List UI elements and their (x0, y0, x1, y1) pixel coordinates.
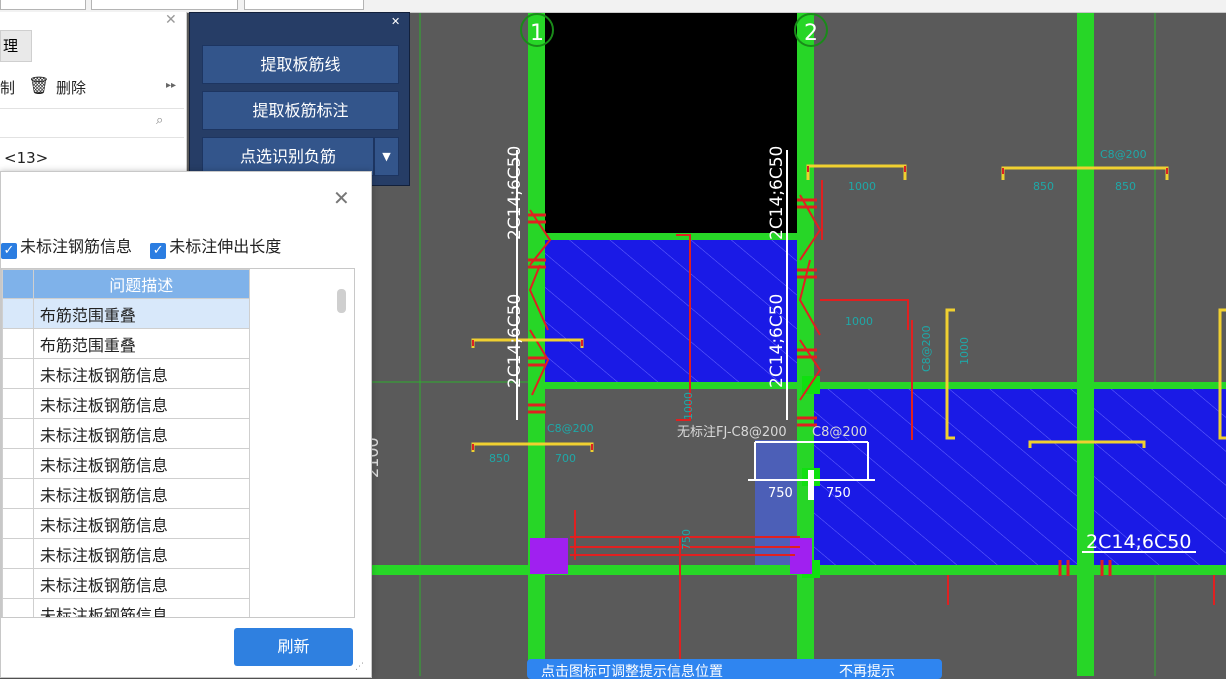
small-label: 1000 (958, 337, 971, 365)
toolbar-dropdown[interactable] (91, 0, 238, 10)
beam-label: 2C14;6C50 (505, 146, 525, 240)
beam-label: 2C14;6C50 (767, 294, 787, 388)
small-label: 850 (1033, 180, 1054, 193)
tab-manage[interactable]: 理 (0, 30, 32, 62)
issue-table: 问题描述 布筋范围重叠 布筋范围重叠 未标注板钢筋信息 未标注板钢筋信息 未标注… (1, 268, 355, 618)
toolbar-dropdown[interactable] (244, 0, 364, 10)
copy-button[interactable]: 制 (0, 77, 15, 98)
void-region (545, 12, 797, 235)
chevron-down-icon[interactable]: ▼ (374, 137, 399, 176)
checkbox-unannotated-extension[interactable]: ✓ (150, 243, 167, 259)
table-row[interactable]: 未标注板钢筋信息 (2, 478, 354, 509)
table-row[interactable]: 未标注板钢筋信息 (2, 538, 354, 569)
rebar-spec-text: C8@200 (812, 425, 867, 440)
missing-annotation: 无标注FJ-C8@200 (677, 425, 787, 440)
toolbar-dropdown[interactable] (0, 0, 86, 10)
small-label: 850 (1115, 180, 1136, 193)
more-icon[interactable]: ▸▸ (166, 80, 176, 91)
table-row[interactable]: 布筋范围重叠 (2, 298, 354, 329)
table-row[interactable]: 未标注板钢筋信息 (2, 508, 354, 539)
small-label: 1000 (682, 392, 695, 420)
small-label: 1000 (845, 315, 873, 328)
command-panel: ✕ 提取板筋线 提取板筋标注 点选识别负筋 ▼ (189, 12, 410, 186)
small-label: 700 (555, 452, 576, 465)
search-input[interactable]: ⌕ (0, 108, 184, 138)
dismiss-tip-link[interactable]: 不再提示 (839, 659, 895, 679)
property-panel: ✕ 理 制 🗑 删除 ▸▸ ⌕ <13> (0, 12, 187, 182)
axis-label-1: 1 (530, 21, 544, 46)
extract-slab-rebar-line-button[interactable]: 提取板筋线 (202, 45, 399, 84)
small-label: C8@200 (920, 325, 933, 372)
table-row[interactable]: 未标注板钢筋信息 (2, 448, 354, 479)
tip-banner: 点击图标可调整提示信息位置 不再提示 (527, 659, 942, 679)
beam-label: 2C14;6C50 (1086, 531, 1191, 553)
dim-750-right: 750 (826, 486, 851, 501)
dim-750-left: 750 (768, 486, 793, 501)
refresh-button[interactable]: 刷新 (234, 628, 353, 666)
scrollbar-thumb[interactable] (337, 289, 346, 313)
checkbox-unannotated-rebar[interactable]: ✓ (1, 243, 17, 259)
column-header[interactable]: 问题描述 (32, 269, 250, 299)
small-label: C8@200 (547, 422, 594, 435)
beam-label: 2C14;6C50 (505, 294, 525, 388)
axis-label-2: 2 (804, 21, 818, 46)
table-row[interactable]: 未标注板钢筋信息 (2, 598, 354, 617)
search-icon[interactable]: ⌕ (156, 113, 163, 128)
small-label: 1000 (848, 180, 876, 193)
beam-axis-1[interactable] (528, 12, 545, 676)
close-icon[interactable]: ✕ (391, 15, 400, 28)
small-label: 850 (489, 452, 510, 465)
table-row[interactable]: 未标注板钢筋信息 (2, 358, 354, 389)
checkbox-label: 未标注钢筋信息 (20, 237, 133, 256)
beam-right[interactable] (1077, 12, 1094, 676)
small-label: C8@200 (1100, 148, 1147, 161)
table-row[interactable]: 布筋范围重叠 (2, 328, 354, 359)
table-row[interactable]: 未标注板钢筋信息 (2, 388, 354, 419)
delete-button[interactable]: 删除 (56, 77, 86, 98)
trash-icon[interactable]: 🗑 (28, 76, 50, 96)
extract-slab-rebar-annotation-button[interactable]: 提取板筋标注 (202, 91, 399, 130)
table-row[interactable]: 未标注板钢筋信息 (2, 418, 354, 449)
beam-label: 2C14;6C50 (767, 146, 787, 240)
issue-check-dialog: ✕ ✓ 未标注钢筋信息 ✓ 未标注伸出长度 问题描述 布筋范围重叠 布筋范围重叠 未… (0, 171, 372, 678)
table-row[interactable]: 未标注板钢筋信息 (2, 568, 354, 599)
tip-text: 点击图标可调整提示信息位置 (541, 664, 723, 679)
layer-item[interactable]: <13> (4, 149, 48, 167)
close-icon[interactable]: ✕ (333, 186, 350, 210)
small-label: 750 (680, 529, 693, 550)
close-icon[interactable]: ✕ (165, 12, 177, 28)
resize-grip-icon[interactable]: ⋰ (355, 662, 364, 672)
checkbox-label: 未标注伸出长度 (169, 237, 282, 256)
